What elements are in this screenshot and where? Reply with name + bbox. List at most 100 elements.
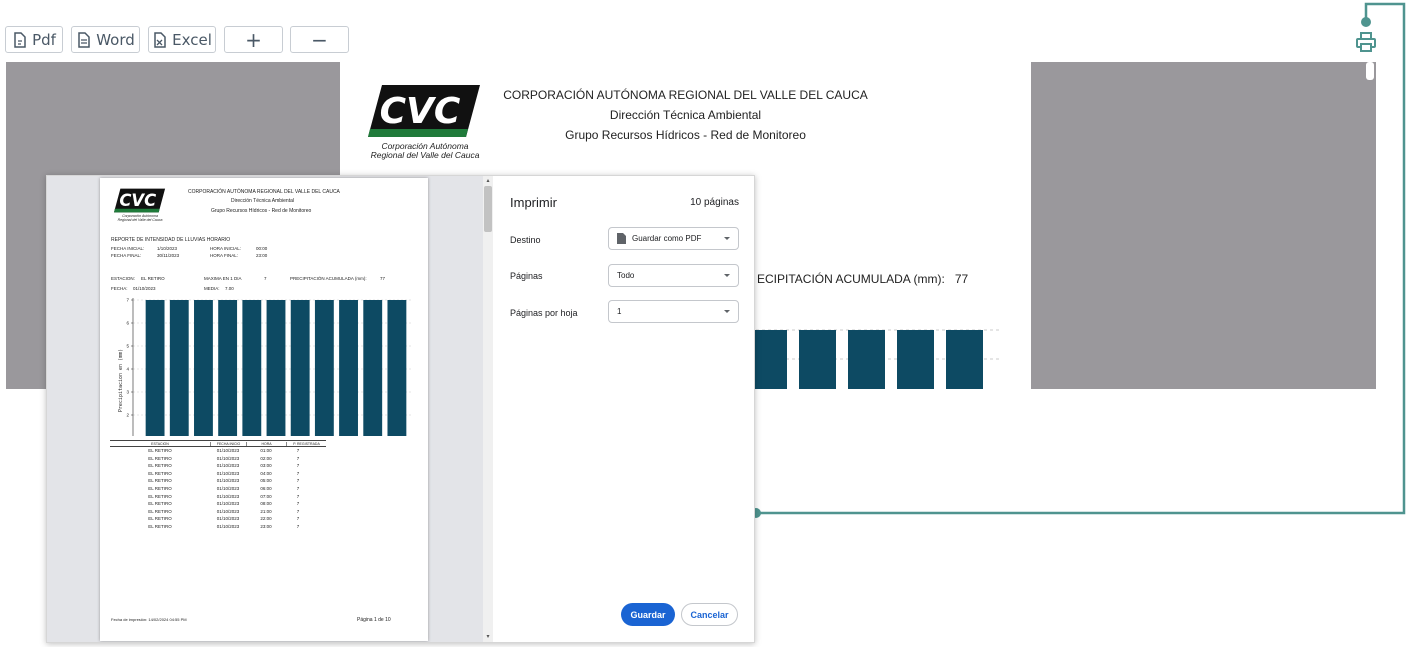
chart-bar-large xyxy=(750,330,787,389)
mini-hora-inicial-label: HORA INICIAL: xyxy=(210,246,242,251)
preview-scrollbar[interactable]: ▴ ▾ xyxy=(483,176,493,642)
print-dialog: CVC Corporación Autónoma Regional del Va… xyxy=(46,175,755,643)
accum-value-large: 77 xyxy=(954,272,969,286)
mini-fecha-final-label: FECHA FINAL: xyxy=(111,253,142,258)
table-cell: 01/10/2023 xyxy=(216,493,240,499)
table-header-cell: HORA xyxy=(246,442,286,446)
word-file-icon xyxy=(78,31,90,48)
table-header-cell: FECHA INICIO xyxy=(210,442,246,446)
pdf-file-icon xyxy=(14,31,26,48)
table-cell: 7 xyxy=(296,478,300,484)
table-cell: 7 xyxy=(296,523,300,529)
chart-y-tick-label: 7 xyxy=(126,298,129,303)
table-cell: EL RETIRO xyxy=(148,470,172,476)
save-button[interactable]: Guardar xyxy=(621,603,675,626)
preview-page: CVC Corporación Autónoma Regional del Va… xyxy=(100,178,428,641)
chevron-down-icon xyxy=(724,237,730,240)
mini-logo-sub-2: Regional del Valle del Cauca xyxy=(117,217,163,222)
logo-sub-2: Regional del Valle del Cauca xyxy=(370,149,480,160)
table-cell: EL RETIRO xyxy=(148,508,172,514)
preview-scrollbar-thumb[interactable] xyxy=(484,186,492,232)
mini-media-label: MEDIA: xyxy=(204,286,220,291)
pages-per-sheet-value: 1 xyxy=(617,307,622,316)
table-row: EL RETIRO 01/10/2023 22:00 7 xyxy=(110,515,326,523)
chart-bar xyxy=(314,300,334,436)
pages-select[interactable]: Todo xyxy=(608,264,739,287)
table-row: EL RETIRO 01/10/2023 21:00 7 xyxy=(110,508,326,516)
mini-media: 7.00 xyxy=(225,286,234,291)
org-title: CORPORACIÓN AUTÓNOMA REGIONAL DEL VALLE … xyxy=(503,88,868,102)
export-word-button[interactable]: Word xyxy=(71,26,140,53)
table-cell: 7 xyxy=(296,448,300,453)
print-preview[interactable]: CVC Corporación Autónoma Regional del Va… xyxy=(47,176,493,642)
mini-estacion-label: ESTACION: xyxy=(111,276,135,281)
chart-bar-large xyxy=(799,330,836,389)
chart-bar xyxy=(242,300,262,436)
table-row: EL RETIRO 01/10/2023 05:00 7 xyxy=(110,477,326,485)
excel-file-icon xyxy=(154,31,166,48)
chart-y-tick-label: 2 xyxy=(126,413,129,418)
scroll-down-arrow-icon[interactable]: ▾ xyxy=(485,634,491,640)
table-cell: 7 xyxy=(296,470,300,476)
export-excel-button[interactable]: Excel xyxy=(148,26,216,53)
chart-y-tick-label: 1 xyxy=(126,436,129,437)
chart-y-tick-label: 6 xyxy=(126,321,129,326)
destination-value: Guardar como PDF xyxy=(632,234,702,243)
chart-y-tick-label: 5 xyxy=(126,344,129,349)
table-cell: 7 xyxy=(296,463,300,469)
chart-partial xyxy=(750,329,1000,389)
chart-y-tick-label: 4 xyxy=(126,367,129,372)
export-pdf-label: Pdf xyxy=(32,30,56,49)
destination-select[interactable]: Guardar como PDF xyxy=(608,227,739,250)
chart-bar xyxy=(194,300,213,436)
scroll-up-arrow-icon[interactable]: ▴ xyxy=(485,178,491,184)
minus-icon: − xyxy=(311,27,328,52)
cancel-button[interactable]: Cancelar xyxy=(681,603,738,626)
chart-bar xyxy=(169,300,189,436)
mini-estacion: EL RETIRO xyxy=(141,276,165,281)
mini-fecha-label: FECHA: xyxy=(111,286,128,291)
pages-per-sheet-select[interactable]: 1 xyxy=(608,300,739,323)
table-row: EL RETIRO 01/10/2023 08:00 7 xyxy=(110,500,326,508)
zoom-out-button[interactable]: − xyxy=(290,26,349,53)
document-icon xyxy=(617,233,626,244)
table-cell: EL RETIRO xyxy=(148,516,172,522)
mini-precip: 77 xyxy=(380,276,386,281)
group-title: Grupo Recursos Hídricos - Red de Monitor… xyxy=(565,128,806,142)
table-cell: 7 xyxy=(296,485,300,491)
export-pdf-button[interactable]: Pdf xyxy=(5,26,63,53)
pages-per-sheet-label: Páginas por hoja xyxy=(510,308,578,318)
mini-fecha-final: 30/11/2023 xyxy=(157,253,180,258)
printer-icon[interactable] xyxy=(1355,31,1377,53)
table-cell: EL RETIRO xyxy=(148,463,172,469)
chart-y-axis-label: Precipitacion en (mm) xyxy=(118,349,124,412)
table-cell: 01/10/2023 xyxy=(216,485,240,491)
print-settings-panel: Imprimir 10 páginas Destino Guardar como… xyxy=(493,176,754,642)
table-cell: EL RETIRO xyxy=(148,478,172,484)
table-cell: EL RETIRO xyxy=(148,523,172,529)
table-cell: 01/10/2023 xyxy=(216,470,240,476)
chart-bar-large xyxy=(897,330,934,389)
print-title: Imprimir xyxy=(510,195,557,210)
chart-bar-large xyxy=(946,330,983,389)
table-cell: 01/10/2023 xyxy=(216,508,240,514)
mini-cvc-logo: CVC xyxy=(114,188,166,213)
mini-org-title: CORPORACIÓN AUTÓNOMA REGIONAL DEL VALLE … xyxy=(188,189,340,195)
table-cell: 01/10/2023 xyxy=(216,501,240,507)
export-excel-label: Excel xyxy=(172,30,212,49)
table-cell: EL RETIRO xyxy=(148,485,172,491)
table-cell: 7 xyxy=(296,508,300,514)
table-row: EL RETIRO 01/10/2023 23:00 7 xyxy=(110,523,326,531)
viewer-scrollbar-thumb[interactable] xyxy=(1366,62,1374,80)
chart-bar xyxy=(218,300,238,436)
table-row: EL RETIRO 01/10/2023 04:00 7 xyxy=(110,470,326,478)
accum-label-large: ECIPITACIÓN ACUMULADA (mm): 77 xyxy=(757,272,969,286)
zoom-in-button[interactable]: + xyxy=(224,26,283,53)
mini-footer-page: Página 1 de 10 xyxy=(357,617,391,623)
mini-hora-final-label: HORA FINAL: xyxy=(210,253,239,258)
table-cell: 01/10/2023 xyxy=(216,516,240,522)
chart-bar xyxy=(339,300,358,436)
table-cell: 7 xyxy=(296,493,300,499)
table-cell: 01/10/2023 xyxy=(216,455,240,461)
table-row: EL RETIRO 01/10/2023 02:00 7 xyxy=(110,455,326,463)
